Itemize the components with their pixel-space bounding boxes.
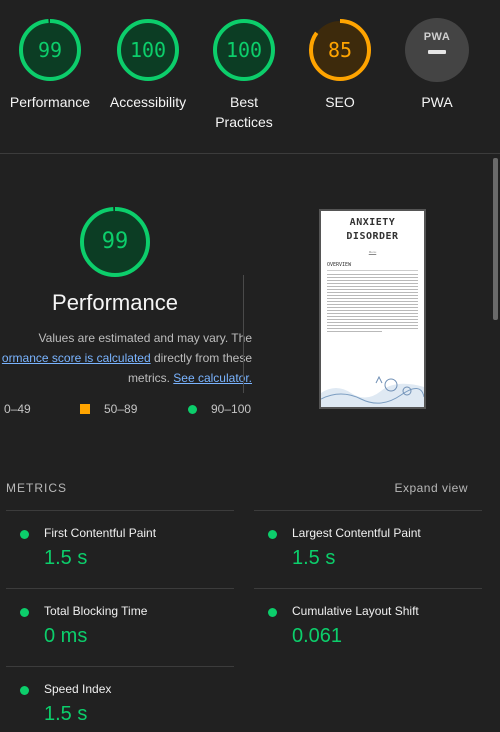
legend-pass-label: 90–100 — [211, 402, 252, 416]
gauge-accessibility[interactable]: 100 Accessibility — [100, 18, 196, 112]
metric-name: Total Blocking Time — [44, 604, 148, 618]
description-text: directly from these — [150, 351, 252, 365]
description-text: metrics. — [127, 371, 174, 385]
green-circle-icon — [268, 608, 277, 617]
orange-square-icon — [80, 404, 90, 414]
gauge-score: 99 — [37, 38, 63, 62]
metric-value: 0 ms — [44, 625, 88, 647]
gauge-label: Best Practices — [215, 94, 273, 130]
green-circle-icon — [188, 405, 197, 414]
green-circle-icon — [268, 530, 277, 539]
metric-first-contentful-paint: First Contentful Paint 1.5 s — [6, 510, 234, 588]
gauge-label: SEO — [325, 94, 355, 110]
metric-value: 0.061 — [292, 625, 343, 647]
metric-largest-contentful-paint: Largest Contentful Paint 1.5 s — [254, 510, 482, 588]
divider — [243, 275, 244, 393]
gauge-label: Performance — [9, 94, 91, 110]
metric-name: Largest Contentful Paint — [292, 526, 421, 540]
thumbnail-title: ANXIETY — [349, 217, 396, 228]
metrics-heading: METRICS — [6, 481, 67, 495]
expand-view-button[interactable]: Expand view — [394, 481, 468, 495]
pwa-badge: PWA — [405, 18, 469, 82]
thumbnail-illustration — [321, 375, 424, 407]
gauge-ring: 85 — [308, 18, 372, 82]
gauge-label: Accessibility — [109, 94, 187, 110]
thumbnail-title: DISORDER — [346, 231, 399, 242]
legend-average-label: 50–89 — [104, 402, 138, 416]
metric-name: First Contentful Paint — [44, 526, 157, 540]
description-line: metrics. See calculator. — [0, 368, 252, 388]
gauge-label: PWA — [421, 94, 453, 110]
thumbnail-subtitle: Menu — [368, 250, 377, 254]
metric-total-blocking-time: Total Blocking Time 0 ms — [6, 588, 234, 666]
thumbnail-text-lines — [327, 274, 418, 332]
thumbnail-section-heading: OVERVIEW — [327, 262, 418, 271]
metric-speed-index: Speed Index 1.5 s — [6, 666, 234, 732]
scrollbar[interactable] — [493, 158, 498, 320]
green-circle-icon — [20, 686, 29, 695]
metric-value: 1.5 s — [292, 547, 336, 569]
gauge-ring: 100 — [212, 18, 276, 82]
score-calculated-link[interactable]: ormance score is calculated — [2, 351, 151, 365]
pwa-logo: PWA — [423, 31, 451, 43]
performance-title: Performance — [52, 290, 178, 315]
gauge-score: 100 — [225, 38, 263, 62]
final-screenshot-thumbnail[interactable]: ANXIETY DISORDER Menu OVERVIEW — [319, 209, 426, 409]
description-line: Values are estimated and may vary. The — [38, 331, 252, 345]
performance-description: Values are estimated and may vary. The o… — [0, 328, 252, 388]
gauge-score: 100 — [129, 38, 167, 62]
gauge-score: 85 — [327, 38, 353, 62]
gauge-pwa[interactable]: PWA PWA — [389, 18, 485, 112]
performance-score: 99 — [101, 229, 129, 254]
green-circle-icon — [20, 530, 29, 539]
performance-gauge: 99 — [79, 206, 151, 278]
legend-fail-label: 0–49 — [4, 402, 31, 416]
description-line: ormance score is calculated directly fro… — [0, 348, 252, 368]
pwa-dash-icon — [428, 50, 446, 54]
gauge-ring: 99 — [18, 18, 82, 82]
green-circle-icon — [20, 608, 29, 617]
legend-fail: 0–49 — [4, 402, 31, 416]
gauge-performance[interactable]: 99 Performance — [2, 18, 98, 112]
see-calculator-link[interactable]: See calculator. — [173, 371, 252, 385]
legend-average: 50–89 — [80, 402, 137, 416]
metric-name: Speed Index — [44, 682, 112, 696]
metric-cumulative-layout-shift: Cumulative Layout Shift 0.061 — [254, 588, 482, 666]
metric-name: Cumulative Layout Shift — [292, 604, 419, 618]
category-gauges: 99 Performance 100 Accessibility 100 Bes… — [0, 0, 500, 154]
metric-value: 1.5 s — [44, 703, 88, 725]
gauge-ring: 100 — [116, 18, 180, 82]
metric-value: 1.5 s — [44, 547, 88, 569]
gauge-best-practices[interactable]: 100 Best Practices — [196, 18, 292, 132]
legend-pass: 90–100 — [188, 402, 251, 416]
gauge-seo[interactable]: 85 SEO — [292, 18, 388, 112]
